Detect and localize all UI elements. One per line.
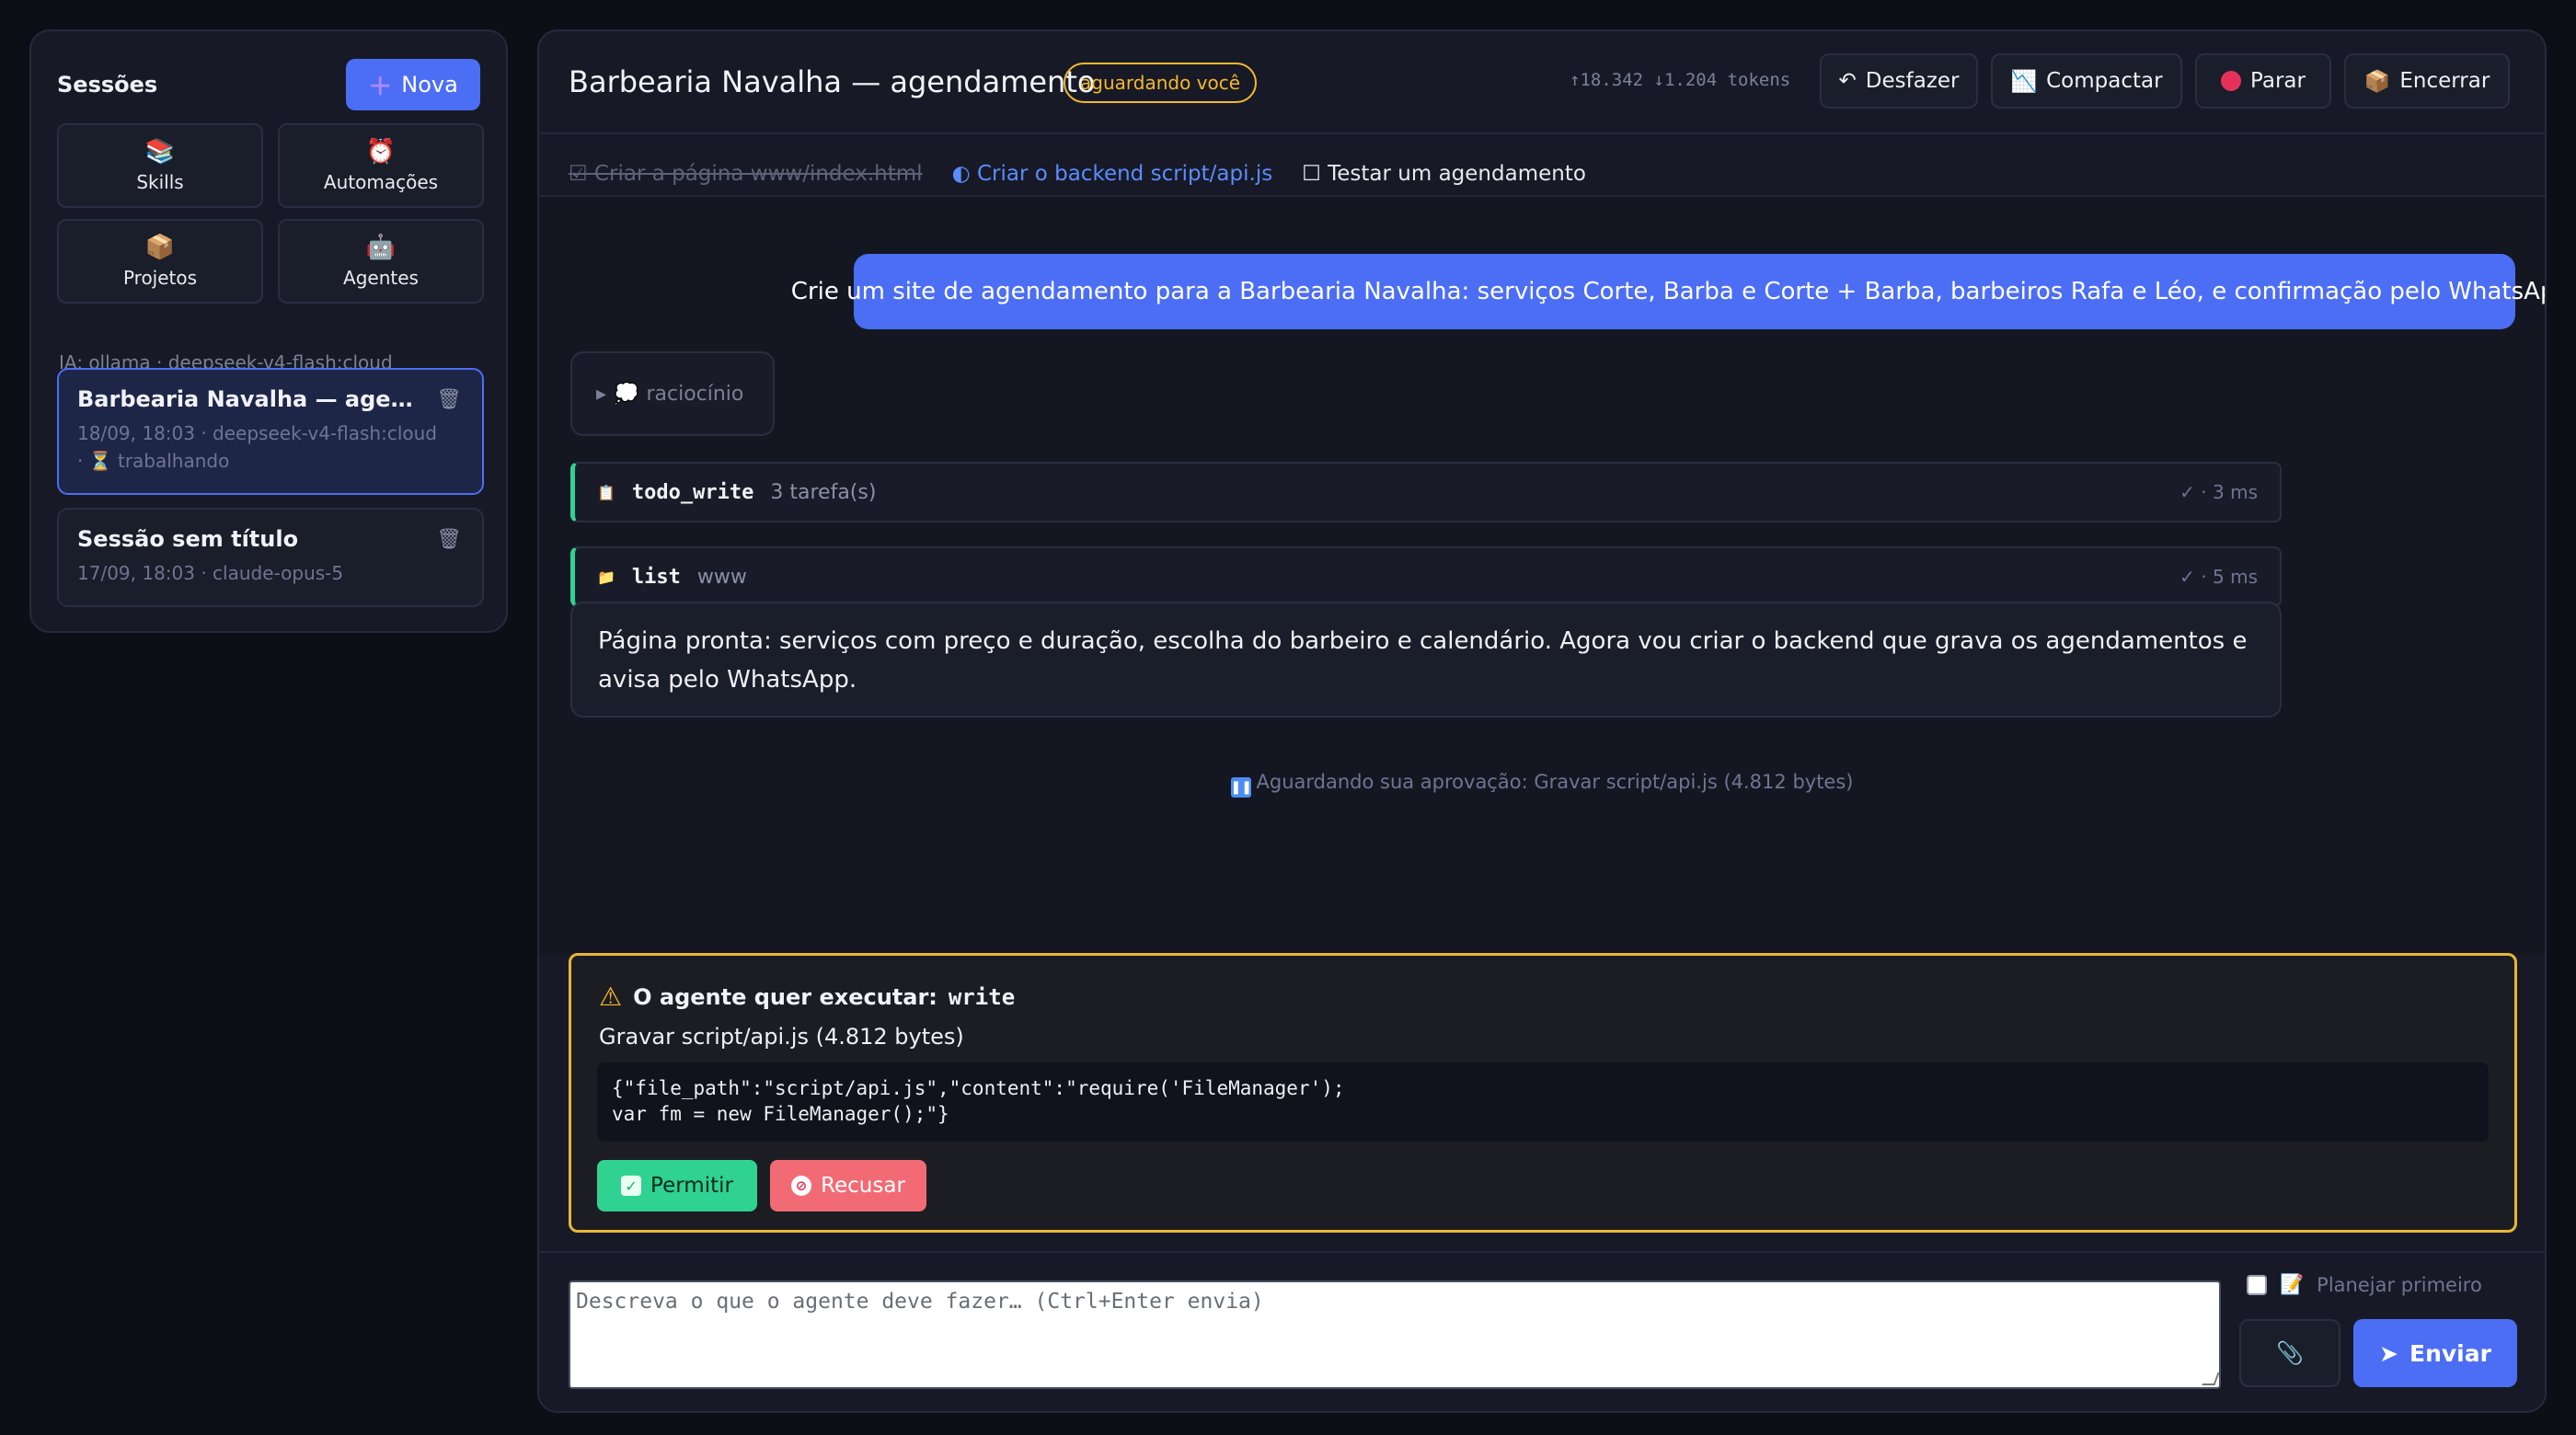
memo-icon: 📝 bbox=[2280, 1273, 2305, 1295]
stop-button[interactable]: Parar bbox=[2195, 53, 2331, 109]
robot-icon: 🤖 bbox=[365, 234, 397, 261]
approval-description: Gravar script/api.js (4.812 bytes) bbox=[599, 1024, 964, 1050]
plan-first-label: Planejar primeiro bbox=[2317, 1273, 2482, 1296]
todo-item-pending: ☐ Testar um agendamento bbox=[1302, 162, 1586, 186]
approval-code: {"file_path":"script/api.js","content":"… bbox=[597, 1062, 2489, 1142]
tool-time: ✓ · 5 ms bbox=[2179, 566, 2258, 588]
chat-transcript[interactable]: Crie um site de agendamento para a Barbe… bbox=[539, 197, 2545, 955]
automations-tile[interactable]: ⏰ Automações bbox=[278, 123, 484, 208]
awaiting-approval-note: ❚❚ Aguardando sua aprovação: Gravar scrip… bbox=[539, 771, 2545, 798]
session-header: Barbearia Navalha — agendamento aguardan… bbox=[539, 31, 2545, 134]
package-icon: 📦 bbox=[2363, 69, 2391, 94]
sidebar-title: Sessões bbox=[57, 72, 158, 98]
skills-tile[interactable]: 📚 Skills bbox=[57, 123, 263, 208]
trash-icon[interactable]: 🗑 bbox=[436, 388, 462, 411]
pause-icon: ❚❚ bbox=[1230, 777, 1252, 798]
prohibited-icon: ⊘ bbox=[791, 1176, 812, 1196]
awaiting-text: Aguardando sua aprovação: Gravar script/… bbox=[1256, 771, 1854, 793]
tool-call-list[interactable]: 📁 list www ✓ · 5 ms bbox=[570, 546, 2282, 607]
new-session-button[interactable]: ＋ Nova bbox=[346, 59, 480, 110]
token-counter: ↑18.342 ↓1.204 tokens bbox=[1570, 70, 1791, 90]
books-icon: 📚 bbox=[144, 138, 176, 166]
approval-title: ⚠ O agente quer executar: write bbox=[599, 982, 1015, 1012]
paperclip-icon: 📎 bbox=[2276, 1340, 2304, 1366]
undo-label: Desfazer bbox=[1865, 69, 1960, 93]
tool-time: ✓ · 3 ms bbox=[2179, 481, 2258, 503]
attach-button[interactable]: 📎 bbox=[2239, 1319, 2340, 1387]
allow-button[interactable]: ✓ Permitir bbox=[597, 1160, 757, 1211]
sidebar-shortcuts: 📚 Skills ⏰ Automações 📦 Projetos 🤖 Agent… bbox=[57, 123, 484, 304]
end-button[interactable]: 📦 Encerrar bbox=[2344, 53, 2510, 109]
compact-label: Compactar bbox=[2046, 69, 2163, 93]
session-title: Barbearia Navalha — agenda... bbox=[77, 386, 427, 412]
session-date-model: 17/09, 18:03 · claude-opus-5 bbox=[77, 562, 344, 584]
sessions-sidebar: Sessões ＋ Nova 📚 Skills ⏰ Automações 📦 P… bbox=[29, 29, 508, 633]
stop-icon bbox=[2221, 71, 2242, 91]
assistant-message: Página pronta: serviços com preço e dura… bbox=[570, 602, 2282, 718]
thought-bubble-icon: 💭 bbox=[614, 382, 639, 406]
end-label: Encerrar bbox=[2399, 69, 2490, 93]
agents-tile[interactable]: 🤖 Agentes bbox=[278, 219, 484, 304]
tool-name: list bbox=[631, 565, 681, 589]
plan-first-checkbox[interactable] bbox=[2247, 1274, 2267, 1295]
todo-item-in-progress: ◐ Criar o backend script/api.js bbox=[951, 162, 1273, 186]
allow-label: Permitir bbox=[650, 1174, 733, 1198]
plus-icon: ＋ bbox=[368, 73, 393, 101]
agents-label: Agentes bbox=[343, 267, 419, 289]
session-meta: 18/09, 18:03 · deepseek-v4-flash:cloud ·… bbox=[77, 419, 464, 475]
chart-down-icon: 📉 bbox=[2010, 69, 2038, 94]
reasoning-label: raciocínio bbox=[646, 382, 744, 406]
undo-button[interactable]: ↶ Desfazer bbox=[1820, 53, 1978, 109]
status-badge: aguardando você bbox=[1064, 63, 1258, 103]
undo-icon: ↶ bbox=[1838, 69, 1857, 93]
stop-label: Parar bbox=[2250, 69, 2306, 93]
clipboard-icon: 📋 bbox=[597, 483, 615, 501]
tool-name: todo_write bbox=[631, 480, 754, 504]
alarm-clock-icon: ⏰ bbox=[365, 138, 397, 166]
prompt-input[interactable] bbox=[569, 1280, 2221, 1389]
todo-list: ☑ Criar a página www/index.html ◐ Criar … bbox=[569, 151, 2515, 197]
check-icon: ✓ bbox=[621, 1176, 642, 1196]
composer: 📝 Planejar primeiro 📎 ➤ Enviar bbox=[539, 1251, 2545, 1411]
package-icon: 📦 bbox=[144, 234, 176, 261]
tool-arg: www bbox=[696, 565, 747, 589]
todo-item-done: ☑ Criar a página www/index.html bbox=[569, 162, 923, 186]
approval-panel: ⚠ O agente quer executar: write Gravar s… bbox=[569, 953, 2517, 1233]
session-title: Sessão sem título bbox=[77, 526, 299, 552]
compact-button[interactable]: 📉 Compactar bbox=[1991, 53, 2182, 109]
reasoning-toggle[interactable]: ▸ 💭 raciocínio bbox=[570, 351, 775, 436]
folder-icon: 📁 bbox=[597, 568, 615, 586]
sidebar-header: Sessões ＋ Nova bbox=[57, 59, 480, 110]
user-message: Crie um site de agendamento para a Barbe… bbox=[791, 254, 2545, 329]
refuse-button[interactable]: ⊘ Recusar bbox=[770, 1160, 926, 1211]
page-title: Barbearia Navalha — agendamento bbox=[569, 64, 1096, 99]
plan-first-option: 📝 Planejar primeiro bbox=[2247, 1273, 2482, 1296]
tool-arg: 3 tarefa(s) bbox=[770, 480, 877, 504]
automations-label: Automações bbox=[323, 171, 439, 193]
send-icon: ➤ bbox=[2379, 1339, 2398, 1367]
agent-panel: Barbearia Navalha — agendamento aguardan… bbox=[537, 29, 2547, 1413]
projects-label: Projetos bbox=[122, 267, 198, 289]
new-session-label: Nova bbox=[401, 72, 458, 98]
projects-tile[interactable]: 📦 Projetos bbox=[57, 219, 263, 304]
refuse-label: Recusar bbox=[821, 1174, 905, 1198]
tool-call-todo-write[interactable]: 📋 todo_write 3 tarefa(s) ✓ · 3 ms bbox=[570, 462, 2282, 522]
trash-icon[interactable]: 🗑 bbox=[436, 528, 462, 551]
send-button[interactable]: ➤ Enviar bbox=[2353, 1319, 2517, 1387]
skills-label: Skills bbox=[136, 171, 184, 193]
session-date-model: 18/09, 18:03 · deepseek-v4-flash:cloud bbox=[77, 422, 437, 444]
approval-title-prefix: O agente quer executar: bbox=[633, 983, 937, 1010]
session-item-active[interactable]: Barbearia Navalha — agenda... 18/09, 18:… bbox=[57, 368, 484, 495]
session-item[interactable]: Sessão sem título 17/09, 18:03 · claude-… bbox=[57, 508, 484, 607]
send-label: Enviar bbox=[2409, 1339, 2491, 1367]
approval-tool-name: write bbox=[948, 983, 1016, 1010]
warning-icon: ⚠ bbox=[599, 982, 623, 1012]
caret-right-icon: ▸ bbox=[596, 382, 607, 406]
session-status: · ⏳ trabalhando bbox=[77, 450, 230, 472]
